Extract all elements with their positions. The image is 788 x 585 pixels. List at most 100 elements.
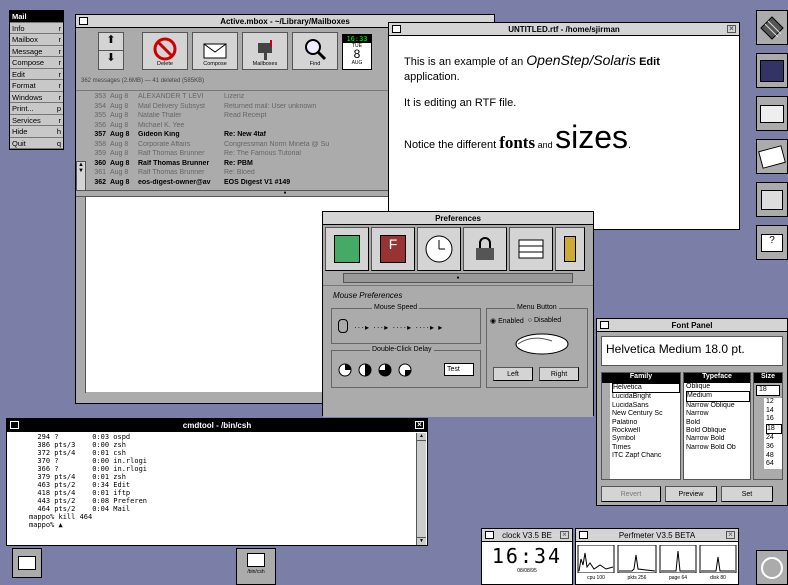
list-item[interactable]: Narrow Oblique [686,402,750,410]
miniaturize-button[interactable] [485,531,494,539]
list-item[interactable]: 16 [766,415,782,424]
menu-item-compose[interactable]: Compose r [10,57,63,69]
terminal-line: 379 pts/4 0:01 zsh [29,473,126,481]
document-text[interactable]: This is an example of an OpenStep/Solari… [404,53,734,159]
menu-item-mailbox[interactable]: Mailbox r [10,34,63,46]
miniwindow-csh[interactable]: /bin/csh [236,548,276,585]
list-item[interactable]: Narrow [686,410,750,418]
list-scrollbar[interactable]: ▲ ▼ [76,91,86,191]
list-item[interactable]: Narrow Bold [686,435,750,443]
list-item[interactable]: Medium [686,391,750,402]
right-button[interactable]: Right [539,367,579,381]
list-item[interactable]: Narrow Bold Ob [686,444,750,452]
menu-button-radios[interactable]: ◉ Enabled ○ Disabled [490,317,561,325]
font-panel-titlebar[interactable]: Font Panel [597,319,787,332]
family-scrollbar[interactable] [602,383,610,479]
dock-edit[interactable] [756,139,788,174]
terminal-output[interactable]: 294 ? 0:03 ospd 386 pts/3 0:00 zsh 372 p… [9,433,413,543]
menu-item-format[interactable]: Format r [10,80,63,92]
menu-item-key: r [58,115,62,125]
text-line: It is editing an RTF file. [404,97,517,109]
list-item[interactable]: 24 [766,434,782,443]
miniaturize-button[interactable] [392,25,401,33]
menu-item-label: Services [12,115,41,125]
body-scrollbar[interactable] [76,197,86,393]
list-item[interactable]: 64 [766,460,782,469]
envelope-icon [760,104,784,123]
up-arrow-icon[interactable]: ⬆ [99,33,123,51]
prefs-more-icon[interactable] [555,227,585,271]
list-item[interactable]: ITC Zapf Chanc [612,452,680,460]
prefs-titlebar[interactable]: Preferences [323,212,593,225]
speed-arrows[interactable]: ···▸ ···▸ ····▸ ····▸ ▸ [354,323,443,332]
delete-button[interactable]: Delete [142,32,188,70]
miniwindow-terminal[interactable] [12,548,42,578]
prefs-localization-icon[interactable] [325,227,369,271]
miniaturize-button[interactable] [600,321,609,329]
dock-worldwide[interactable] [756,182,788,217]
menu-item-hide[interactable]: Hide h [10,126,63,138]
test-field[interactable]: Test [444,363,474,376]
miniaturize-button[interactable] [10,421,19,429]
preview-button[interactable]: Preview [665,486,717,502]
list-item[interactable]: Oblique [686,383,750,391]
list-item[interactable]: 36 [766,443,782,452]
menu-item-print[interactable]: Print... p [10,103,63,115]
prefs-menu-icon[interactable] [509,227,553,271]
menu-item-info[interactable]: Info r [10,22,63,34]
list-item[interactable]: Rockwell [612,427,680,435]
menu-item-message[interactable]: Message r [10,45,63,57]
list-item[interactable]: 18 [766,423,782,435]
miniaturize-button[interactable] [79,17,88,25]
close-icon[interactable]: × [727,25,736,33]
list-item[interactable]: Bold [686,419,750,427]
clock-titlebar[interactable]: clock V3.5 BE × [482,529,572,542]
revert-button[interactable]: Revert [601,486,661,502]
menu-item-label: Quit [12,138,26,148]
computer-icon [247,553,265,567]
list-item[interactable]: Bold Oblique [686,427,750,435]
dock-preferences[interactable] [756,53,788,88]
list-item[interactable]: 14 [766,407,782,416]
terminal-scrollbar[interactable]: ▲ ▼ [416,433,426,545]
list-item[interactable]: LucidaSans [612,402,680,410]
globe-icon [761,189,783,210]
prefs-fonts-icon[interactable]: F [371,227,415,271]
list-item[interactable]: 48 [766,452,782,461]
perfmeter-titlebar[interactable]: Perfmeter V3.5 BETA × [576,529,738,542]
close-icon[interactable]: × [560,531,569,539]
menu-item-edit[interactable]: Edit r [10,68,63,80]
dock-mail[interactable] [756,96,788,131]
left-button[interactable]: Left [493,367,533,381]
dock-help[interactable]: ? [756,225,788,260]
menu-item-services[interactable]: Services r [10,114,63,126]
menu-item-windows[interactable]: Windows r [10,91,63,103]
set-button[interactable]: Set [721,486,773,502]
dock-app-icon[interactable] [756,10,788,45]
prefs-clock-icon[interactable] [417,227,461,271]
find-button[interactable]: Find [292,32,338,70]
menu-item-quit[interactable]: Quit q [10,137,63,149]
close-icon[interactable]: × [415,421,424,429]
delay-options[interactable] [338,363,412,377]
down-arrow-icon[interactable]: ⬇ [99,51,123,69]
close-icon[interactable]: × [726,531,735,539]
miniaturize-button[interactable] [579,531,588,539]
cell-num: 362 [94,178,106,186]
prefs-icon-scroller[interactable]: ● [343,273,573,283]
menu-item-label: Message [12,46,43,56]
cmdtool-titlebar[interactable]: cmdtool - /bin/csh × [7,419,427,432]
list-item[interactable]: New Century Sc [612,410,680,418]
compose-button[interactable]: Compose [192,32,238,70]
size-field[interactable]: 18 [756,385,780,396]
list-item[interactable]: Palatino [612,419,680,427]
list-item[interactable]: Helvetica [612,383,680,394]
list-item[interactable]: LucidaBright [612,393,680,401]
list-item[interactable]: Symbol [612,435,680,443]
prefs-password-icon[interactable] [463,227,507,271]
editor-titlebar[interactable]: UNTITLED.rtf - /home/sjirman × [389,23,739,36]
list-item[interactable]: Times [612,444,680,452]
mailboxes-button[interactable]: Mailboxes [242,32,288,70]
list-item[interactable]: 12 [766,398,782,407]
dock-recycler[interactable] [756,550,788,585]
